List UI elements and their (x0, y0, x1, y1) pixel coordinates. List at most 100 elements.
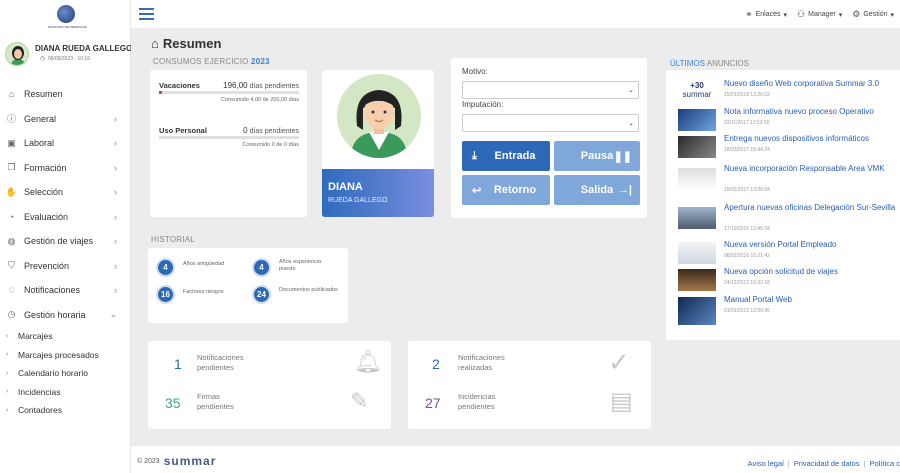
handshake-icon: ✋ (5, 186, 18, 197)
salida-button[interactable]: Salida →| (554, 175, 640, 205)
municipal-logo[interactable]: MUNICIPIO DE PEDROCHE (48, 5, 87, 35)
sidebar-subitem-label: Marcajes (18, 331, 53, 342)
sidebar-subitem-marcajes[interactable]: › Marcajes (0, 327, 131, 346)
sidebar-subitem-calendario-horario[interactable]: › Calendario horario (0, 364, 131, 383)
caret-down-icon: ▾ (838, 11, 843, 19)
sidebar-item-label: Gestión de viajes (24, 236, 94, 247)
anuncio-title: Nota informativa nuevo proceso Operativo (724, 107, 874, 116)
anuncio-thumbnail: +30 summar (678, 81, 716, 103)
entrada-label: Entrada (494, 150, 536, 162)
consumos-year: 2023 (251, 57, 270, 66)
users-icon: ⚇ (797, 9, 806, 19)
sidebar-item-gestion-viajes[interactable]: ◍ Gestión de viajes › (0, 229, 131, 254)
sidebar-item-laboral[interactable]: ▣ Laboral › (0, 131, 131, 156)
sidebar-subitem-marcajes-procesados[interactable]: › Marcajes procesados (0, 346, 131, 365)
gestion-menu[interactable]: ⚙ Gestión ▾ (852, 9, 894, 20)
retorno-button[interactable]: ↩ Retorno (462, 175, 550, 205)
clock-icon: ◷ (7, 309, 16, 320)
sidebar-subitem-label: Calendario horario (18, 368, 88, 379)
anuncio-item[interactable]: Nueva opción solicitud de viajes 24/12/2… (666, 267, 900, 293)
anuncio-thumbnail (678, 168, 716, 190)
chevron-right-icon: › (114, 113, 117, 124)
firmas-pendientes-number: 35 (165, 395, 181, 411)
entrada-button[interactable]: ⤓ Entrada (462, 141, 550, 171)
anuncio-item[interactable]: Nueva versión Portal Empleado 08/02/2016… (666, 240, 900, 266)
anuncio-logo-a: +30 (690, 81, 704, 90)
edit-icon: ✎ (350, 388, 369, 413)
privacidad-link[interactable]: Privacidad de datos (794, 459, 860, 468)
pause-icon: ❚❚ (613, 150, 632, 163)
user-datetime: 06/09/2023 - 10:16 (48, 56, 90, 62)
manager-menu[interactable]: ⚇ Manager ▾ (797, 9, 842, 20)
anuncio-thumbnail (678, 269, 716, 291)
anuncios-card: +30 summar Nuevo diseño Web corporativa S… (666, 70, 900, 340)
menu-toggle-icon[interactable] (139, 8, 154, 20)
notificaciones-pendientes-number: 1 (174, 356, 182, 372)
imputacion-select[interactable]: ⌄ (462, 114, 639, 132)
anuncio-date: 03/11/2017 13:53:50 (724, 120, 770, 126)
enlaces-menu[interactable]: ⚭ Enlaces ▾ (745, 9, 787, 20)
pausa-button[interactable]: Pausa ❚❚ (554, 141, 640, 171)
retorno-label: Retorno (493, 184, 537, 196)
anuncio-thumbnail (678, 207, 716, 229)
consumos-label: CONSUMOS EJERCICIO 2023 (153, 57, 270, 66)
historial-label: HISTORIAL (151, 235, 195, 244)
sidebar-item-resumen[interactable]: ⌂ Resumen (0, 82, 131, 107)
vacaciones-title: Vacaciones (159, 81, 200, 90)
book-icon: ❐ (7, 162, 16, 173)
sidebar-item-label: Evaluación (24, 211, 69, 222)
vacaciones-value: 196,00 días pendientes (223, 81, 299, 90)
anuncio-date: 24/12/2013 10:32:18 (724, 280, 770, 286)
sidebar-subitem-incidencias[interactable]: › Incidencias (0, 383, 131, 402)
documentos-value: 24 (252, 285, 271, 304)
notificaciones-pendientes-value[interactable]: 1 (174, 356, 182, 372)
firmas-pendientes-label: Firmas pendientes (197, 392, 234, 411)
anuncio-item[interactable]: Entrega nuevos dispositivos informáticos… (666, 134, 900, 160)
anuncio-item[interactable]: Nota informativa nuevo proceso Operativo… (666, 107, 900, 133)
sidebar-item-prevencion[interactable]: ⛉ Prevención › (0, 254, 131, 279)
caret-down-icon: ▾ (783, 11, 788, 19)
experiencia-value: 4 (252, 258, 271, 277)
politica-link[interactable]: Política c (870, 459, 900, 468)
bell-icon: ♢ (7, 284, 16, 295)
uso-personal-consumed: Consumido 0 de 0 días (242, 142, 299, 148)
sidebar-item-label: Selección (24, 187, 64, 198)
anuncio-date: 15/01/2018 13:26:02 (724, 92, 770, 98)
sidebar-item-gestion-horaria[interactable]: ◷ Gestión horaria ⌄ (0, 303, 131, 328)
experiencia-label: Años experiencia puesto (279, 259, 322, 272)
incidencias-pendientes-value[interactable]: 27 (425, 395, 441, 411)
sidebar-item-seleccion[interactable]: ✋ Selección › (0, 180, 131, 205)
anuncio-item[interactable]: Manual Portal Web 01/01/2013 12:00:45 (666, 295, 900, 327)
profile-avatar (337, 74, 421, 158)
report-clock-icon: ▤ (610, 388, 633, 415)
sidebar-item-label: Gestión horaria (24, 309, 86, 320)
factores-riesgos-label: Factores riesgos (183, 289, 224, 295)
chevron-right-icon: › (6, 332, 9, 340)
firmas-pendientes-value[interactable]: 35 (165, 395, 181, 411)
anuncio-date: 08/02/2016 16:21:42 (724, 253, 770, 259)
clock-icon: ◷ (40, 56, 46, 62)
incidencias-pendientes-number: 27 (425, 395, 441, 411)
download-icon: ⤓ (472, 149, 477, 162)
sidebar-item-label: General (24, 113, 57, 124)
sidebar-item-general[interactable]: ⓘ General › (0, 107, 131, 132)
aviso-legal-link[interactable]: Aviso legal (748, 459, 784, 468)
anuncios-title-a: ÚLTIMOS (670, 59, 705, 68)
sidebar-subitem-label: Marcajes procesados (18, 349, 99, 360)
notificaciones-realizadas-value[interactable]: 2 (432, 356, 440, 372)
sidebar-subitem-contadores[interactable]: › Contadores (0, 401, 131, 420)
sidebar-item-formacion[interactable]: ❐ Formación › (0, 156, 131, 181)
profile-first-name: DIANA (328, 181, 363, 193)
sidebar-item-evaluacion[interactable]: ◔ Evaluación › (0, 205, 131, 230)
motivo-select[interactable]: ⌄ (462, 81, 639, 99)
anuncio-item[interactable]: Nueva incorporación Responsable Area VMK… (666, 164, 900, 198)
anuncio-item[interactable]: +30 summar Nuevo diseño Web corporativa S… (666, 79, 900, 105)
avatar[interactable] (5, 42, 29, 66)
sidebar-item-notificaciones[interactable]: ♢ Notificaciones › (0, 278, 131, 303)
anuncio-title: Nueva opción solicitud de viajes (724, 267, 838, 276)
anuncio-item[interactable]: Apertura nuevas oficinas Delegación Sur-… (666, 203, 900, 237)
anuncio-thumbnail (678, 242, 716, 264)
exit-icon: →| (617, 184, 632, 196)
anuncio-thumbnail (678, 109, 716, 131)
notificaciones-card-left: 1 Notificaciones pendientes 🔔︎ 35 Firmas… (148, 341, 391, 429)
